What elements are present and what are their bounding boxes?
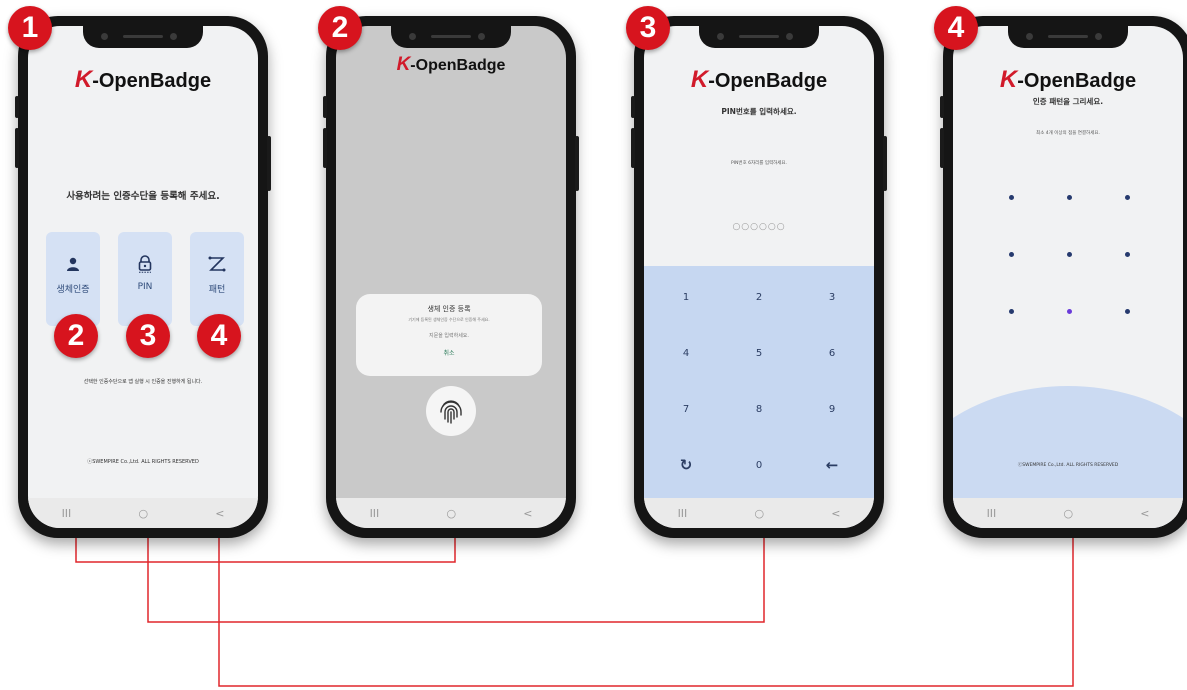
key-9[interactable]: 9 [812,404,852,415]
pattern-dot[interactable] [1067,195,1072,200]
method-badge-pattern: 4 [197,314,241,358]
dialog-hint: 지문을 입력하세요. [429,333,469,339]
key-0[interactable]: 0 [739,460,779,471]
phone-3: K-OpenBadge PIN번호를 입력하세요. PIN번호 6자리를 입력하… [631,16,887,538]
copyright: ⓒSWEMPIRE Co.,Ltd. ALL RIGHTS RESERVED [87,459,199,465]
cancel-button[interactable]: 취소 [356,348,542,357]
pin-subtitle: PIN번호 6자리를 입력하세요. [731,161,787,166]
home-button[interactable]: ○ [754,507,764,520]
back-button[interactable]: < [523,507,532,520]
system-navbar: III ○ < [644,498,874,528]
recent-apps-button[interactable]: III [678,507,688,520]
pattern-dot[interactable] [1009,195,1014,200]
pin-method-button[interactable]: PIN [118,232,172,326]
biometric-dialog: 생체 인증 등록 기기에 등록된 생체인증 수단으로 인증해 주세요. 지문을 … [356,294,542,376]
step-badge-4: 4 [934,6,978,50]
step-badge-1: 1 [8,6,52,50]
dialog-subtitle: 기기에 등록된 생체인증 수단으로 인증해 주세요. [408,317,490,322]
pattern-dot[interactable] [1125,252,1130,257]
biometric-method-button[interactable]: 생체인증 [46,232,100,326]
phone-2: K-OpenBadge 생체 인증 등록 기기에 등록된 생체인증 수단으로 인… [323,16,579,538]
home-button[interactable]: ○ [1063,507,1073,520]
app-logo: K-OpenBadge [690,66,828,93]
pattern-dot[interactable] [1125,195,1130,200]
app-logo: K-OpenBadge [999,66,1137,93]
pattern-method-button[interactable]: 패턴 [190,232,244,326]
key-5[interactable]: 5 [739,348,779,359]
home-button[interactable]: ○ [138,507,148,520]
screen-method-select: K-OpenBadge 사용하려는 인증수단을 등록해 주세요. 생체인증 PI… [28,26,258,528]
recent-apps-button[interactable]: III [987,507,997,520]
phone-1: K-OpenBadge 사용하려는 인증수단을 등록해 주세요. 생체인증 PI… [15,16,271,538]
dialog-title: 생체 인증 등록 [427,305,471,313]
page-title: PIN번호를 입력하세요. [721,107,797,116]
pattern-dot[interactable] [1009,252,1014,257]
system-navbar: III ○ < [336,498,566,528]
pattern-dot[interactable] [1067,309,1072,314]
fingerprint-icon[interactable] [426,386,476,436]
page-title: 인증 패턴을 그리세요. [1032,97,1104,106]
lock-icon [135,254,155,274]
screen-pin: K-OpenBadge PIN번호를 입력하세요. PIN번호 6자리를 입력하… [644,26,874,528]
method-note: 선택한 인증수단으로 앱 실행 시 인증을 진행하게 됩니다. [83,379,203,385]
back-button[interactable]: < [831,507,840,520]
recent-apps-button[interactable]: III [62,507,72,520]
phone-4: K-OpenBadge 인증 패턴을 그리세요. 최소 4개 이상의 점을 연결… [940,16,1187,538]
app-logo: K-OpenBadge [396,54,506,75]
key-8[interactable]: 8 [739,404,779,415]
screen-biometric: K-OpenBadge 생체 인증 등록 기기에 등록된 생체인증 수단으로 인… [336,26,566,528]
system-navbar: III ○ < [28,498,258,528]
pin-dots: ○○○○○○ [732,222,786,232]
key-2[interactable]: 2 [739,292,779,303]
key-6[interactable]: 6 [812,348,852,359]
pattern-dot[interactable] [1125,309,1130,314]
key-4[interactable]: 4 [666,348,706,359]
person-icon [63,254,83,274]
key-7[interactable]: 7 [666,404,706,415]
home-button[interactable]: ○ [446,507,456,520]
back-button[interactable]: < [1140,507,1149,520]
pattern-icon [207,254,227,274]
page-title: 사용하려는 인증수단을 등록해 주세요. [66,191,220,202]
pattern-subtitle: 최소 4개 이상의 점을 연결하세요. [1036,131,1100,136]
backspace-icon[interactable]: ← [812,456,852,474]
step-badge-2: 2 [318,6,362,50]
key-3[interactable]: 3 [812,292,852,303]
pattern-dot[interactable] [1009,309,1014,314]
pattern-dot[interactable] [1067,252,1072,257]
step-badge-3: 3 [626,6,670,50]
system-navbar: III ○ < [953,498,1183,528]
pin-keypad: 1 2 3 4 5 6 7 8 9 ↻ 0 ← [644,266,874,498]
refresh-icon[interactable]: ↻ [666,456,706,474]
recent-apps-button[interactable]: III [370,507,380,520]
screen-pattern: K-OpenBadge 인증 패턴을 그리세요. 최소 4개 이상의 점을 연결… [953,26,1183,528]
key-1[interactable]: 1 [666,292,706,303]
copyright: ⓒSWEMPIRE Co.,Ltd. ALL RIGHTS RESERVED [1017,463,1119,468]
method-badge-biometric: 2 [54,314,98,358]
back-button[interactable]: < [215,507,224,520]
app-logo: K-OpenBadge [74,66,212,93]
method-badge-pin: 3 [126,314,170,358]
